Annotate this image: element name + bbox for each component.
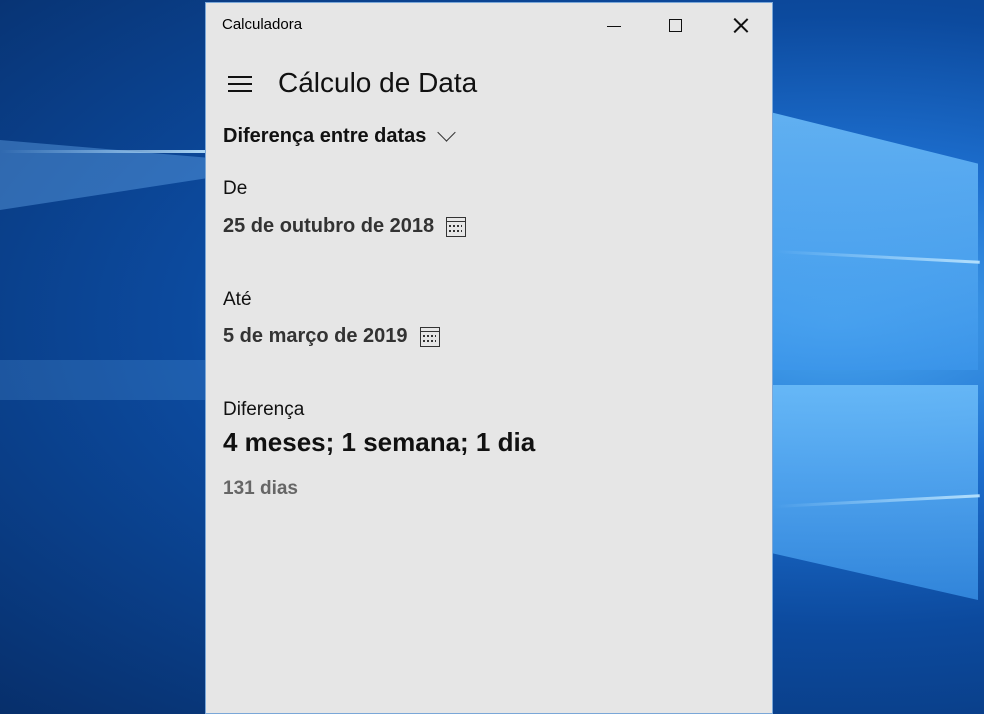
to-date-picker[interactable]: 5 de março de 2019 <box>223 325 440 348</box>
page-header: Cálculo de Data <box>206 59 772 109</box>
chevron-down-icon <box>437 123 457 142</box>
calculation-mode-dropdown[interactable]: Diferença entre datas <box>223 123 457 148</box>
from-date-value: 25 de outubro de 2018 <box>223 215 435 237</box>
app-title: Calculadora <box>222 16 303 33</box>
to-label: Até <box>223 289 252 310</box>
page-title: Cálculo de Data <box>278 67 478 98</box>
calculator-window: Calculadora Cálculo de Data Diferença en… <box>205 2 773 714</box>
close-button[interactable] <box>718 3 764 47</box>
maximize-button[interactable] <box>652 3 698 47</box>
calendar-icon[interactable] <box>419 326 440 347</box>
from-label: De <box>223 178 248 199</box>
wallpaper-logo-pane-bottom <box>770 385 978 600</box>
close-icon <box>733 17 749 33</box>
difference-label: Diferença <box>223 399 305 420</box>
wallpaper-ray <box>0 360 205 400</box>
hamburger-icon[interactable] <box>228 75 252 93</box>
from-date-picker[interactable]: 25 de outubro de 2018 <box>223 215 467 238</box>
maximize-icon <box>668 18 682 32</box>
minimize-icon <box>607 25 621 27</box>
title-bar[interactable]: Calculadora <box>206 3 772 47</box>
calculation-mode-label: Diferença entre datas <box>223 125 427 147</box>
to-date-value: 5 de março de 2019 <box>223 325 408 347</box>
wallpaper-logo-pane-top <box>770 112 978 370</box>
minimize-button[interactable] <box>591 3 637 47</box>
difference-result: 4 meses; 1 semana; 1 dia <box>223 427 536 457</box>
calendar-icon[interactable] <box>446 216 467 237</box>
wallpaper-beam <box>0 150 205 153</box>
difference-days: 131 dias <box>223 478 298 499</box>
